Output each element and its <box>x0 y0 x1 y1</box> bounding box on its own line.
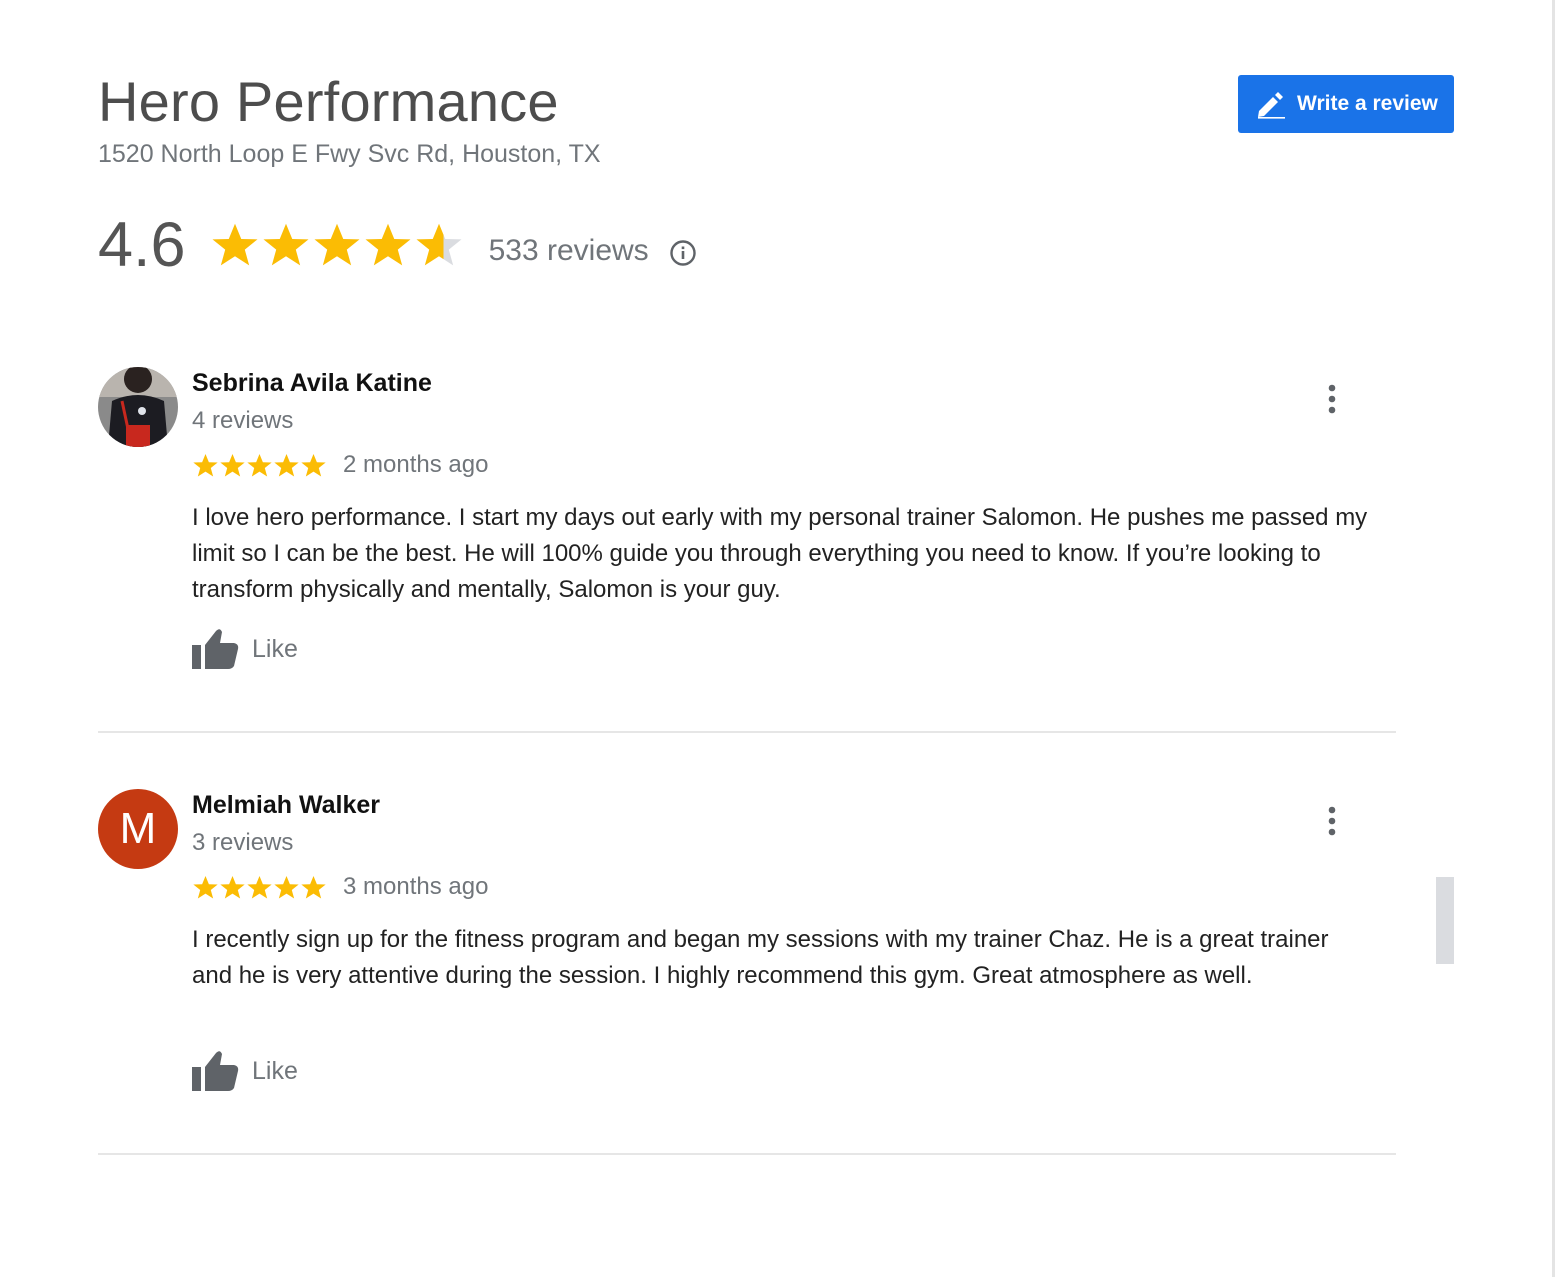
reviewer-review-count: 3 reviews <box>192 829 294 856</box>
review-stars <box>192 452 327 479</box>
star-icon <box>220 875 245 899</box>
review-meta: 3 months ago <box>192 873 488 901</box>
like-button[interactable]: Like <box>192 627 298 671</box>
total-review-count[interactable]: 533 reviews <box>489 234 649 268</box>
review-date: 3 months ago <box>343 873 489 900</box>
avatar[interactable]: M <box>98 789 178 869</box>
rating-summary: 4.6 533 reviews <box>98 210 697 280</box>
star-partial-icon <box>416 223 462 266</box>
star-icon <box>274 453 299 477</box>
thumbs-up-icon <box>192 1051 239 1091</box>
like-button[interactable]: Like <box>192 1049 298 1093</box>
place-name: Hero Performance <box>98 70 559 133</box>
reviewer-name[interactable]: Sebrina Avila Katine <box>192 369 432 398</box>
place-header: Hero Performance 1520 North Loop E Fwy S… <box>98 74 601 167</box>
pencil-icon <box>1258 92 1285 119</box>
more-options-icon[interactable] <box>1318 805 1346 839</box>
star-icon <box>193 875 218 899</box>
like-label: Like <box>252 1056 298 1085</box>
like-label: Like <box>252 634 298 663</box>
average-rating-stars <box>210 220 465 270</box>
star-full-icon <box>314 223 360 266</box>
place-address: 1520 North Loop E Fwy Svc Rd, Houston, T… <box>98 140 601 168</box>
star-full-icon <box>263 223 309 266</box>
star-full-icon <box>212 223 258 266</box>
review-meta: 2 months ago <box>192 451 488 479</box>
reviewer-photo <box>98 367 178 447</box>
star-icon <box>193 453 218 477</box>
info-icon[interactable] <box>669 239 697 267</box>
review-date: 2 months ago <box>343 451 489 478</box>
avatar[interactable] <box>98 367 178 447</box>
scrollbar-thumb[interactable] <box>1436 877 1454 964</box>
review-divider <box>98 731 1396 733</box>
review-text: I recently sign up for the fitness progr… <box>192 926 1329 989</box>
review-stars <box>192 874 327 901</box>
star-icon <box>220 453 245 477</box>
star-icon <box>301 875 326 899</box>
reviewer-review-count: 4 reviews <box>192 407 294 434</box>
star-icon <box>247 453 272 477</box>
star-icon <box>274 875 299 899</box>
star-icon <box>247 875 272 899</box>
review-divider <box>98 1153 1396 1155</box>
star-full-icon <box>365 223 411 266</box>
more-options-icon[interactable] <box>1318 383 1346 417</box>
avatar-letter: M <box>119 804 157 853</box>
reviewer-name[interactable]: Melmiah Walker <box>192 791 380 820</box>
star-icon <box>301 453 326 477</box>
average-rating: 4.6 <box>98 209 186 280</box>
thumbs-up-icon <box>192 629 239 669</box>
write-review-button[interactable]: Write a review <box>1238 75 1454 133</box>
review-text: I love hero performance. I start my days… <box>192 504 1368 603</box>
write-review-label: Write a review <box>1297 92 1438 115</box>
